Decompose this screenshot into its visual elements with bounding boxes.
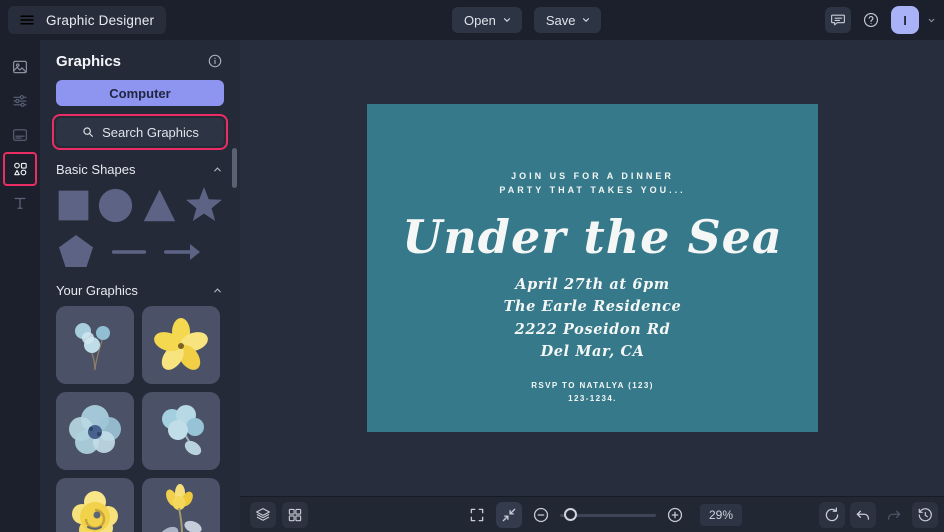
fullscreen-button[interactable] (464, 502, 490, 528)
graphic-thumbnail-yellow-stem-flower[interactable] (142, 478, 220, 532)
undo-button[interactable] (850, 502, 876, 528)
computer-upload-button[interactable]: Computer (56, 80, 224, 106)
help-icon (862, 11, 880, 29)
shape-triangle[interactable] (141, 187, 178, 224)
fit-screen-icon (500, 506, 518, 524)
design-card[interactable]: JOIN US FOR A DINNER PARTY THAT TAKES YO… (367, 104, 818, 432)
zoom-slider[interactable] (560, 502, 656, 528)
save-button-label: Save (545, 12, 576, 28)
layers-icon (254, 506, 272, 524)
chat-icon (829, 11, 847, 29)
open-button-label: Open (464, 12, 496, 28)
graphic-thumbnail-yellow-flower[interactable] (142, 306, 220, 384)
avatar[interactable]: I (891, 6, 919, 34)
search-icon (81, 125, 95, 139)
rail-item-image[interactable] (4, 52, 36, 82)
search-graphics-button[interactable]: Search Graphics (56, 118, 224, 146)
text-icon (11, 194, 29, 212)
zoom-in-icon (666, 506, 684, 524)
help-button[interactable] (859, 8, 883, 32)
tool-rail (0, 40, 40, 532)
info-button[interactable] (206, 52, 224, 70)
search-graphics-label: Search Graphics (102, 124, 199, 140)
chevron-up-icon (210, 285, 224, 296)
basic-shapes-collapse[interactable] (210, 163, 224, 177)
graphic-thumbnail-blue-sprigs[interactable] (56, 306, 134, 384)
file-actions: Open Save (452, 7, 602, 33)
chevron-up-icon (210, 164, 224, 175)
shape-pentagon[interactable] (56, 232, 96, 272)
graphic-designer-app: Graphic Designer Open Save I Graphics Co… (0, 0, 944, 532)
rail-item-graphics[interactable] (3, 152, 37, 186)
shape-circle[interactable] (97, 187, 134, 224)
card-title: Under the Sea (402, 209, 783, 264)
app-menu[interactable]: Graphic Designer (8, 6, 167, 34)
layers-button[interactable] (250, 502, 276, 528)
history-icon (916, 506, 934, 524)
card-detail-line: Del Mar, CA (540, 343, 645, 361)
basic-shapes-heading: Basic Shapes (56, 162, 136, 177)
grid-icon (286, 506, 304, 524)
chevron-down-icon (581, 15, 591, 25)
annotation-highlight-rail (3, 152, 37, 186)
reset-icon (823, 506, 841, 524)
graphic-thumbnail-blue-bloom[interactable] (56, 392, 134, 470)
card-kicker-line1: JOIN US FOR A DINNER (511, 171, 674, 181)
basic-shapes-row-1 (56, 185, 224, 225)
zoom-out-icon (532, 506, 550, 524)
fit-to-screen-button[interactable] (496, 502, 522, 528)
rail-item-layout[interactable] (4, 120, 36, 150)
shape-star[interactable] (184, 185, 224, 225)
open-button[interactable]: Open (452, 7, 522, 33)
zoom-slider-handle[interactable] (564, 508, 577, 521)
rail-item-text[interactable] (4, 188, 36, 218)
hamburger-icon[interactable] (18, 11, 36, 29)
layout-icon (11, 126, 29, 144)
info-icon (206, 53, 224, 69)
sliders-icon (11, 92, 29, 110)
card-detail-line: The Earle Residence (503, 298, 682, 316)
your-graphics-heading: Your Graphics (56, 283, 138, 298)
rail-item-edit[interactable] (4, 86, 36, 116)
redo-icon (885, 506, 903, 524)
panel-scrollbar[interactable] (232, 148, 237, 188)
basic-shapes-row-2 (56, 233, 224, 271)
zoom-in-button[interactable] (662, 502, 688, 528)
card-rsvp-line2: 123-1234. (568, 394, 617, 404)
app-title: Graphic Designer (46, 12, 155, 28)
graphic-thumbnail-yellow-rose[interactable] (56, 478, 134, 532)
chevron-down-icon (502, 15, 512, 25)
shape-square[interactable] (56, 188, 91, 223)
feedback-button[interactable] (825, 7, 851, 33)
card-kicker-line2: PARTY THAT TAKES YOU... (499, 184, 686, 195)
redo-button[interactable] (881, 502, 907, 528)
reset-button[interactable] (819, 502, 845, 528)
graphic-thumbnail-light-blue-flower[interactable] (142, 392, 220, 470)
graphics-panel: Graphics Computer Search Graphics Basic … (40, 40, 240, 532)
bottom-toolbar: 29% (240, 496, 944, 532)
annotation-highlight-search: Search Graphics (52, 114, 228, 150)
card-detail-line: April 27th at 6pm (515, 275, 670, 293)
your-graphics-grid (56, 306, 224, 532)
zoom-level-value[interactable]: 29% (700, 504, 743, 526)
grid-view-button[interactable] (282, 502, 308, 528)
card-rsvp-line1: RSVP TO NATALYA (123) (531, 380, 654, 390)
save-button[interactable]: Save (533, 7, 602, 33)
top-bar: Graphic Designer Open Save I (0, 0, 944, 40)
account-area: I (825, 6, 936, 34)
fullscreen-icon (468, 506, 486, 524)
canvas-area[interactable]: JOIN US FOR A DINNER PARTY THAT TAKES YO… (240, 40, 944, 532)
zoom-out-button[interactable] (528, 502, 554, 528)
history-button[interactable] (912, 502, 938, 528)
your-graphics-collapse[interactable] (210, 284, 224, 298)
card-details: April 27th at 6pm The Earle Residence 22… (367, 274, 818, 364)
shape-line[interactable] (110, 232, 148, 272)
account-chevron-down-icon[interactable] (927, 16, 936, 25)
panel-title: Graphics (56, 52, 122, 70)
undo-icon (854, 506, 872, 524)
image-icon (11, 58, 29, 76)
shape-arrow[interactable] (162, 232, 202, 272)
card-detail-line: 2222 Poseidon Rd (514, 320, 671, 338)
card-rsvp: RSVP TO NATALYA (123) 123-1234. (367, 379, 818, 406)
